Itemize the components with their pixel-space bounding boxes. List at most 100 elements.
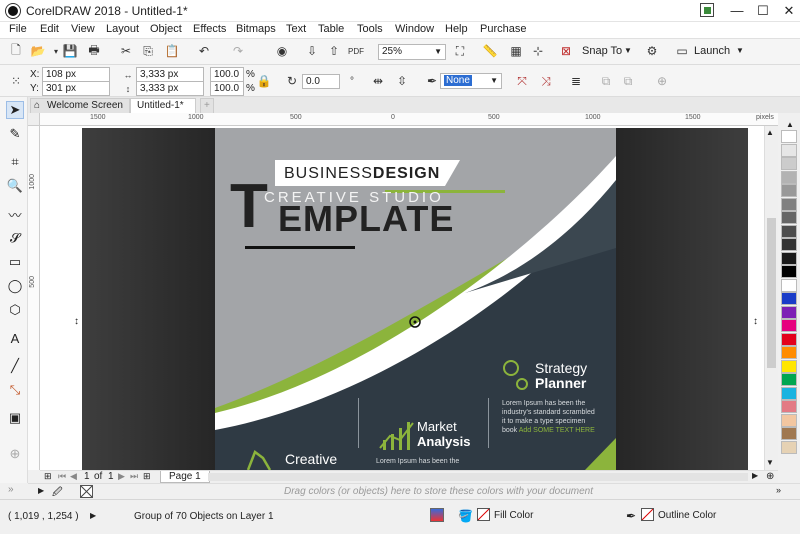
palette-swatch[interactable] [781,157,797,170]
x-position-field[interactable]: 108 px [42,67,110,82]
toolbox-expand-icon[interactable]: » [8,484,14,495]
palette-swatch[interactable] [781,440,797,454]
drop-shadow-icon[interactable]: ▣ [6,409,24,427]
palette-swatch[interactable] [781,332,797,346]
mirror-vertical-icon[interactable]: ⇳ [394,73,410,89]
menu-help[interactable]: Help [445,23,468,35]
menu-object[interactable]: Object [150,23,182,35]
snap-off-icon[interactable]: ⊠ [558,43,574,59]
scroll-down-icon[interactable]: ▼ [766,458,774,467]
palette-swatch[interactable] [781,224,797,238]
outline-width-combobox[interactable]: None ▼ [440,73,502,89]
add-page-before-icon[interactable]: ⊞ [44,471,52,482]
palette-swatch[interactable] [781,278,797,292]
width-field[interactable]: 3,333 px [136,67,204,82]
show-guidelines-icon[interactable]: ⊹ [530,43,546,59]
copy-icon[interactable]: ⎘ [140,43,156,59]
palette-swatch[interactable] [781,427,797,440]
combine-icon[interactable]: ⤨ [538,73,554,89]
vertical-ruler[interactable]: 1000 500 [28,126,40,470]
resize-handle-left[interactable]: ↕ [74,316,79,327]
export-icon[interactable]: ⇧ [326,43,342,59]
vertical-scroll-thumb[interactable] [767,218,776,368]
menu-tools[interactable]: Tools [357,23,383,35]
last-page-icon[interactable]: ⏭ [130,471,138,482]
scroll-up-icon[interactable]: ▲ [766,128,774,137]
lock-ratio-icon[interactable]: 🔒 [256,73,272,89]
palette-swatch[interactable] [781,413,797,427]
first-page-icon[interactable]: ⏮ [58,471,66,482]
drawing-canvas[interactable]: ↕ ↕ BUSINESSDESIGN CREATIVE STUDIO T EMP… [40,126,778,470]
page-1-tab[interactable]: Page 1 [160,471,210,483]
text-tool-icon[interactable]: A [6,329,24,347]
palette-menu-icon[interactable]: ▶ [38,486,44,495]
palette-swatch[interactable] [781,197,797,211]
scroll-right-icon[interactable]: ▶ [752,471,758,480]
cut-icon[interactable]: ✂ [118,43,134,59]
palette-swatch[interactable] [781,400,797,413]
rectangle-tool-icon[interactable]: ▭ [6,253,24,271]
menu-table[interactable]: Table [318,23,344,35]
palette-swatch[interactable] [781,251,797,265]
interactive-fill-icon[interactable]: ⤡ [6,381,24,399]
paste-icon[interactable]: 📋 [164,43,180,59]
expand-palette-icon[interactable]: » [776,485,781,495]
no-color-swatch[interactable] [80,485,93,498]
menu-bitmaps[interactable]: Bitmaps [236,23,276,35]
open-folder-icon[interactable]: 📂 [30,43,46,59]
resize-handle-right[interactable]: ↕ [753,316,758,327]
show-grid-icon[interactable]: ▦ [508,43,524,59]
menu-effects[interactable]: Effects [193,23,226,35]
scale-y-field[interactable]: 100.0 [210,81,244,96]
horizontal-scroll-track[interactable] [208,473,748,481]
palette-swatch[interactable] [781,359,797,373]
mirror-horizontal-icon[interactable]: ⇹ [370,73,386,89]
fill-none-swatch[interactable] [477,508,490,521]
tab-untitled-1[interactable]: Untitled-1* [130,98,196,113]
close-button[interactable]: ✕ [774,0,800,22]
palette-swatch[interactable] [781,386,797,400]
launch-app-icon[interactable]: ▭ [674,43,690,59]
menu-layout[interactable]: Layout [106,23,139,35]
outline-none-swatch[interactable] [641,508,654,521]
break-apart-icon[interactable]: ⤧ [514,73,530,89]
freehand-tool-icon[interactable]: 〰 [6,205,24,223]
object-origin-icon[interactable]: ⁙ [8,73,24,89]
horizontal-ruler[interactable]: 1500 1000 500 0 500 1000 1500 pixels [40,113,778,126]
palette-swatch[interactable] [781,130,797,143]
vertical-scrollbar[interactable]: ▲ ▼ [764,126,778,470]
palette-swatch[interactable] [781,265,797,278]
palette-swatch[interactable] [781,170,797,184]
document-palette[interactable]: ▶ 🖉 Drag colors (or objects) here to sto… [28,483,800,499]
connector-tool-icon[interactable]: ╱ [6,357,24,375]
pick-tool-icon[interactable]: ➤ [6,101,24,119]
search-content-icon[interactable]: ◉ [274,43,290,59]
artistic-media-icon[interactable]: 𝓢 [6,229,24,247]
ruler-origin[interactable] [28,113,40,126]
group-icon[interactable]: ⧉ [598,73,614,89]
new-tab-button[interactable]: + [200,98,214,113]
rotation-angle-field[interactable]: 0.0 [302,74,340,89]
palette-scroll-up-icon[interactable]: ▲ [781,120,799,129]
publish-pdf-icon[interactable]: PDF [348,43,364,59]
palette-swatch[interactable] [781,319,797,332]
shape-tool-icon[interactable]: ✎ [6,125,24,143]
menu-view[interactable]: View [71,23,95,35]
palette-swatch[interactable] [781,373,797,386]
ungroup-icon[interactable]: ⧉ [620,73,636,89]
tab-welcome-screen[interactable]: ⌂ Welcome Screen [30,98,130,113]
palette-swatch[interactable] [781,143,797,157]
polygon-tool-icon[interactable]: ⬡ [6,301,24,319]
zoom-corner-icon[interactable]: ⊕ [766,471,774,482]
show-rulers-icon[interactable]: 📏 [482,43,498,59]
print-icon[interactable]: 🖶 [86,43,102,59]
rotate-icon[interactable]: ↻ [284,73,300,89]
palette-swatch[interactable] [781,346,797,359]
scale-x-field[interactable]: 100.0 [210,67,244,82]
height-field[interactable]: 3,333 px [136,81,204,96]
previous-page-icon[interactable]: ◀ [70,471,77,482]
zoom-level-combobox[interactable]: 25% ▼ [378,44,446,60]
crop-tool-icon[interactable]: ⌗ [6,153,24,171]
menu-window[interactable]: Window [395,23,434,35]
options-gear-icon[interactable]: ⚙ [644,43,660,59]
